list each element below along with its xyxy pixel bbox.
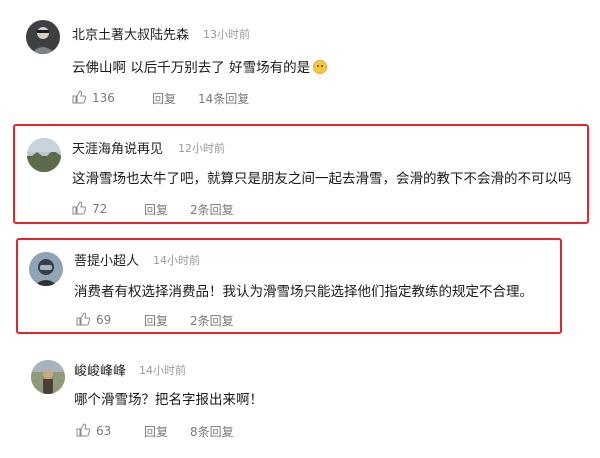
comment-text: 哪个滑雪场？把名字报出来啊！ <box>74 392 263 408</box>
comment-item: 峻峻峰峰 14小时前 哪个滑雪场？把名字报出来啊！ 63 回复 8条回复 <box>0 346 600 458</box>
like-button[interactable]: 69 <box>76 312 111 327</box>
comment-item: 天涯海角说再见 12小时前 这滑雪场也太牛了吧，就算只是朋友之间一起去滑雪，会滑… <box>0 124 600 224</box>
username[interactable]: 北京土著大叔陆先森 <box>72 24 189 43</box>
comment-actions: 72 回复 2条回复 <box>72 201 332 217</box>
view-replies-link[interactable]: 2条回复 <box>190 201 234 218</box>
comment-item: 北京土著大叔陆先森 13小时前 云佛山啊 以后千万别去了 好雪场有的是 136 … <box>0 0 600 118</box>
like-count: 72 <box>92 202 108 216</box>
avatar[interactable] <box>26 20 60 54</box>
comments-page: { "comments": [ { "username": "北京土著大叔陆先森… <box>0 0 600 458</box>
comment-text: 云佛山啊 以后千万别去了 好雪场有的是 <box>72 56 328 76</box>
timestamp: 14小时前 <box>139 364 186 377</box>
timestamp: 13小时前 <box>203 28 250 41</box>
comment-text-content: 云佛山啊 以后千万别去了 好雪场有的是 <box>72 60 311 76</box>
thumbs-up-icon <box>72 201 86 215</box>
username[interactable]: 峻峻峰峰 <box>74 360 126 379</box>
username[interactable]: 菩提小超人 <box>74 250 139 269</box>
like-count: 69 <box>96 313 112 327</box>
like-button[interactable]: 136 <box>72 90 115 105</box>
avatar[interactable] <box>31 360 65 394</box>
comment-actions: 63 回复 8条回复 <box>76 423 336 439</box>
thumbs-up-icon <box>76 312 90 326</box>
avatar[interactable] <box>29 252 63 286</box>
comment-item: 菩提小超人 14小时前 消费者有权选择消费品！我认为滑雪场只能选择他们指定教练的… <box>0 238 600 334</box>
view-replies-link[interactable]: 8条回复 <box>190 423 234 440</box>
comment-text: 这滑雪场也太牛了吧，就算只是朋友之间一起去滑雪，会滑的教下不会滑的不可以吗 <box>72 171 572 187</box>
thumbs-up-icon <box>72 90 86 104</box>
smile-emoji-icon <box>313 60 328 74</box>
username[interactable]: 天涯海角说再见 <box>72 138 163 157</box>
view-replies-link[interactable]: 2条回复 <box>190 312 234 329</box>
comment-actions: 69 回复 2条回复 <box>76 312 336 328</box>
like-count: 63 <box>96 424 112 438</box>
reply-button[interactable]: 回复 <box>144 201 168 218</box>
comment-actions: 136 回复 14条回复 <box>72 90 332 106</box>
avatar[interactable] <box>27 138 61 172</box>
timestamp: 14小时前 <box>153 254 200 267</box>
timestamp: 12小时前 <box>178 142 225 155</box>
like-button[interactable]: 72 <box>72 201 107 216</box>
view-replies-link[interactable]: 14条回复 <box>198 90 249 107</box>
comment-text: 消费者有权选择消费品！我认为滑雪场只能选择他们指定教练的规定不合理。 <box>74 284 533 300</box>
reply-button[interactable]: 回复 <box>144 423 168 440</box>
reply-button[interactable]: 回复 <box>144 312 168 329</box>
reply-button[interactable]: 回复 <box>152 90 176 107</box>
like-button[interactable]: 63 <box>76 423 111 438</box>
thumbs-up-icon <box>76 423 90 437</box>
like-count: 136 <box>92 91 115 105</box>
